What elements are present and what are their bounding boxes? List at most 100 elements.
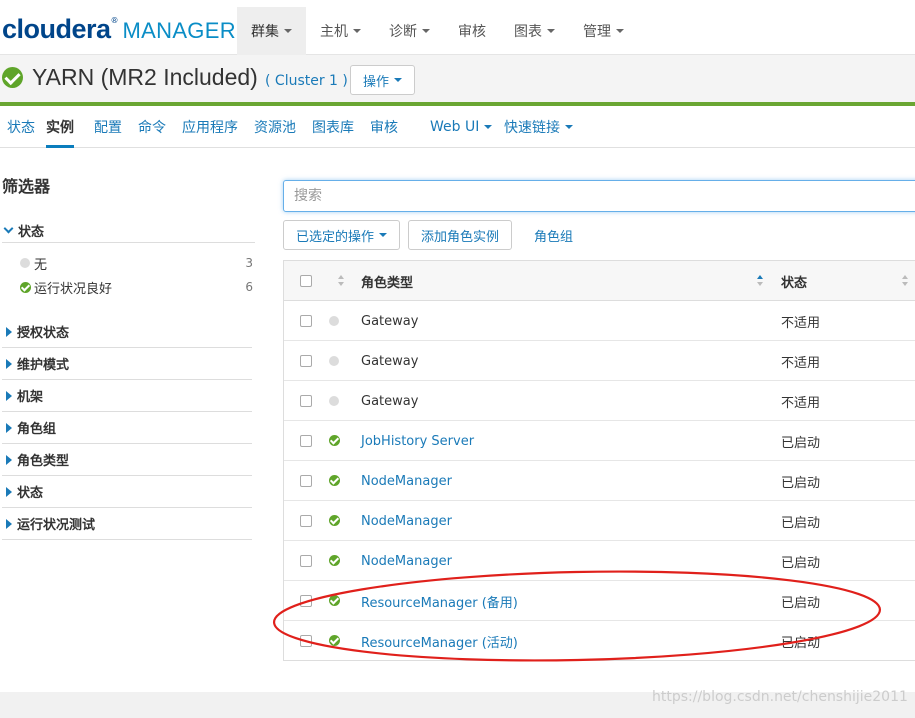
chevron-right-icon — [6, 390, 12, 401]
facet-state[interactable]: 状态 — [2, 476, 252, 508]
facet-role-group[interactable]: 角色组 — [2, 412, 252, 444]
facet-label: 维护模式 — [17, 358, 70, 373]
role-link[interactable]: JobHistory Server — [361, 421, 474, 461]
chevron-right-icon — [6, 358, 12, 369]
tab-commands[interactable]: 命令 — [138, 106, 166, 148]
add-role-instances-label: 添加角色实例 — [421, 229, 500, 245]
service-actions-label: 操作 — [363, 74, 390, 90]
health-good-icon — [329, 515, 340, 526]
facet-role-type[interactable]: 角色类型 — [2, 444, 252, 476]
tab-instances-label: 实例 — [46, 120, 74, 136]
cloudera-manager-logo[interactable]: cloudera ® MANAGER — [2, 14, 236, 44]
tab-applications-label: 应用程序 — [182, 120, 238, 136]
tab-quick-links[interactable]: 快速链接 — [504, 106, 573, 148]
tab-instances[interactable]: 实例 — [46, 106, 74, 148]
tab-configuration[interactable]: 配置 — [94, 106, 122, 148]
row-checkbox[interactable] — [300, 515, 312, 527]
facet-item-good-health[interactable]: 运行状况良好 6 — [20, 277, 253, 297]
service-tabs: 状态 实例 配置 命令 应用程序 资源池 图表库 审核 Web UI 快速链接 — [0, 106, 915, 148]
brand-trademark: ® — [110, 16, 119, 25]
chevron-right-icon — [6, 326, 12, 337]
table-row: NodeManager 已启动 — [284, 541, 915, 581]
tab-chart-library-label: 图表库 — [312, 120, 354, 136]
search-input[interactable] — [283, 180, 915, 212]
health-good-icon — [329, 435, 340, 446]
table-row: NodeManager 已启动 — [284, 461, 915, 501]
chevron-right-icon — [6, 486, 12, 497]
role-status: 已启动 — [781, 435, 821, 451]
facet-label: 授权状态 — [17, 326, 70, 341]
role-status: 已启动 — [781, 555, 821, 571]
brand-name: cloudera — [2, 14, 111, 44]
nav-diagnostics[interactable]: 诊断 — [375, 7, 444, 55]
role-status: 已启动 — [781, 635, 821, 651]
tab-audits[interactable]: 审核 — [370, 106, 398, 148]
health-none-icon — [329, 396, 339, 406]
nav-charts[interactable]: 图表 — [500, 7, 569, 55]
role-link[interactable]: NodeManager — [361, 501, 452, 541]
sort-icon[interactable] — [338, 275, 345, 287]
nav-clusters[interactable]: 群集 — [237, 7, 306, 55]
row-checkbox[interactable] — [300, 435, 312, 447]
nav-hosts[interactable]: 主机 — [306, 7, 375, 55]
facet-label: 机架 — [17, 390, 44, 405]
role-link[interactable]: ResourceManager (备用) — [361, 581, 518, 621]
health-good-icon — [329, 475, 340, 486]
tab-configuration-label: 配置 — [94, 120, 122, 136]
health-good-icon — [329, 555, 340, 566]
watermark-text: https://blog.csdn.net/chenshijie2011 — [652, 689, 908, 705]
role-name: Gateway — [361, 353, 419, 369]
facet-item-count: 6 — [245, 280, 253, 294]
tab-applications[interactable]: 应用程序 — [182, 106, 238, 148]
row-checkbox[interactable] — [300, 355, 312, 367]
nav-charts-label: 图表 — [514, 24, 542, 40]
facet-item-none[interactable]: 无 3 — [20, 253, 253, 273]
row-checkbox[interactable] — [300, 395, 312, 407]
role-link[interactable]: NodeManager — [361, 541, 452, 581]
chevron-down-icon — [422, 29, 430, 33]
chevron-down-icon — [284, 29, 292, 33]
health-none-icon — [329, 356, 339, 366]
chevron-right-icon — [6, 422, 12, 433]
row-checkbox[interactable] — [300, 595, 312, 607]
sort-asc-icon[interactable] — [757, 275, 764, 287]
facet-rack[interactable]: 机架 — [2, 380, 252, 412]
select-all-checkbox[interactable] — [300, 275, 312, 287]
tab-chart-library[interactable]: 图表库 — [312, 106, 354, 148]
facet-maintenance-mode[interactable]: 维护模式 — [2, 348, 252, 380]
role-groups-link[interactable]: 角色组 — [534, 220, 573, 250]
nav-audits[interactable]: 审核 — [444, 7, 500, 55]
sort-icon[interactable] — [902, 275, 909, 287]
nav-clusters-label: 群集 — [251, 24, 279, 40]
facet-health-tests[interactable]: 运行状况测试 — [2, 508, 252, 540]
cluster-link[interactable]: ( Cluster 1 ) — [265, 73, 348, 89]
tab-web-ui[interactable]: Web UI — [430, 106, 493, 148]
role-groups-label: 角色组 — [534, 229, 574, 245]
facet-status-header[interactable]: 状态 — [2, 219, 255, 243]
selected-actions-button[interactable]: 已选定的操作 — [283, 220, 401, 250]
brand-product: MANAGER — [122, 18, 236, 43]
nav-administration[interactable]: 管理 — [569, 7, 638, 55]
row-checkbox[interactable] — [300, 555, 312, 567]
tab-audits-label: 审核 — [370, 120, 398, 136]
chevron-down-icon — [547, 29, 555, 33]
facet-authorization-status[interactable]: 授权状态 — [2, 316, 252, 348]
facet-label: 角色类型 — [17, 454, 70, 469]
role-link[interactable]: NodeManager — [361, 461, 452, 501]
role-status: 已启动 — [781, 475, 821, 491]
role-instances-table: 角色类型 状态 Gateway 不适用 Gateway 不适用 Gateway … — [283, 260, 915, 661]
row-checkbox[interactable] — [300, 635, 312, 647]
role-link[interactable]: ResourceManager (活动) — [361, 621, 518, 661]
row-checkbox[interactable] — [300, 315, 312, 327]
column-status[interactable]: 状态 — [781, 261, 807, 301]
row-checkbox[interactable] — [300, 475, 312, 487]
nav-audits-label: 审核 — [458, 24, 486, 40]
nav-hosts-label: 主机 — [320, 24, 348, 40]
service-actions-button[interactable]: 操作 — [350, 65, 416, 95]
column-role-type[interactable]: 角色类型 — [361, 261, 413, 301]
health-good-icon — [2, 67, 23, 88]
table-row: ResourceManager (备用) 已启动 — [284, 581, 915, 621]
tab-resource-pools[interactable]: 资源池 — [254, 106, 296, 148]
tab-status[interactable]: 状态 — [7, 106, 35, 148]
add-role-instances-button[interactable]: 添加角色实例 — [408, 220, 513, 250]
